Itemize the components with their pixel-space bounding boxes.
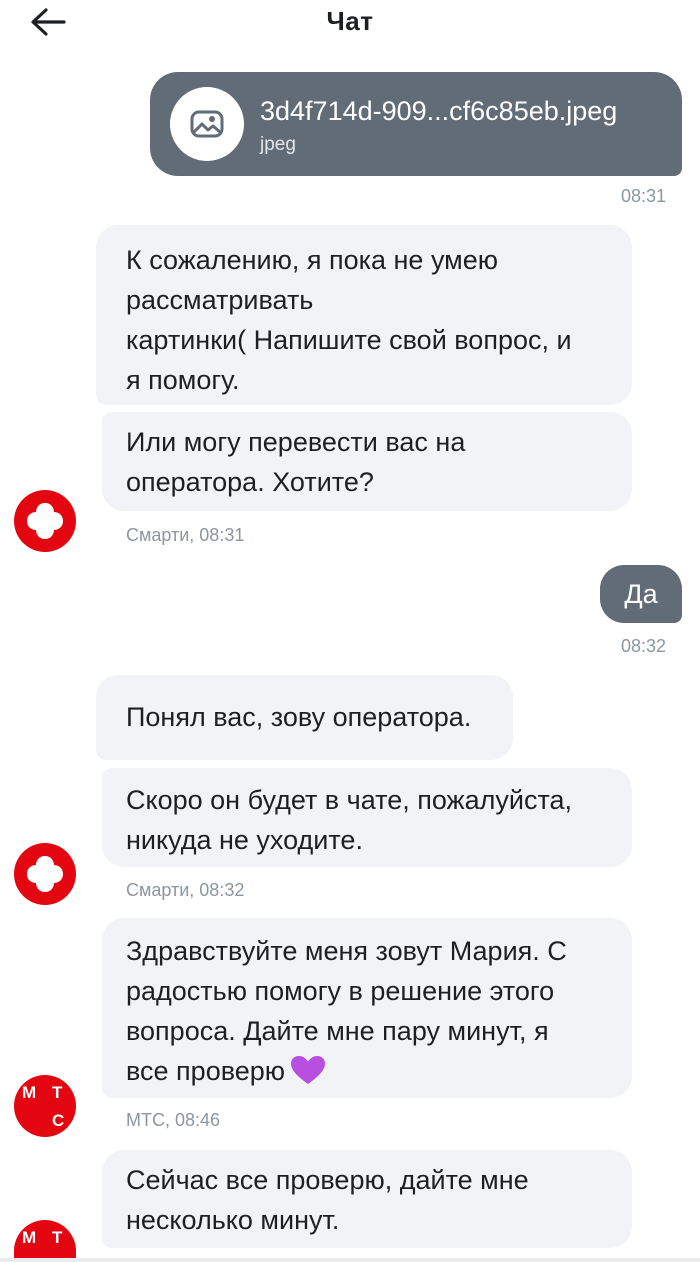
message-text: К сожалению, я пока не умею рассматриват…	[126, 245, 572, 395]
avatar-letter: М	[22, 1228, 37, 1247]
incoming-message: К сожалению, я пока не умею рассматриват…	[96, 225, 632, 405]
sender-time: Смарти, 08:31	[126, 525, 245, 545]
sender-time: МТС, 08:46	[126, 1110, 221, 1130]
divider	[0, 1258, 700, 1262]
avatar-letter: М	[22, 1083, 37, 1102]
incoming-message: Здравствуйте меня зовут Мария. С радость…	[102, 918, 632, 1098]
outgoing-message: Да	[600, 565, 682, 623]
page-title: Чат	[326, 6, 374, 36]
avatar-letter: С	[52, 1111, 65, 1130]
incoming-message: Понял вас, зову оператора.	[96, 675, 513, 760]
incoming-message: Сейчас все проверю, дайте мне несколько …	[102, 1150, 632, 1248]
incoming-message: Скоро он будет в чате, пожалуйста, никуд…	[102, 768, 632, 867]
message-text: Сейчас все проверю, дайте мне несколько …	[126, 1165, 529, 1235]
mts-avatar: М Т С	[14, 1075, 76, 1137]
file-attachment-message[interactable]: 3d4f714d-909...cf6c85eb.jpeg jpeg	[150, 72, 682, 176]
mts-avatar: М Т	[14, 1220, 76, 1262]
message-text: Скоро он будет в чате, пожалуйста, никуд…	[126, 785, 573, 855]
sender-time: Смарти, 08:32	[126, 880, 245, 900]
message-time: 08:31	[620, 186, 666, 206]
file-name: 3d4f714d-909...cf6c85eb.jpeg	[260, 96, 618, 126]
message-text-body: Здравствуйте меня зовут Мария. С радость…	[126, 936, 567, 1086]
smarty-logo-icon	[27, 503, 63, 539]
chat-header: Чат	[0, 0, 700, 44]
smarty-avatar	[14, 490, 76, 552]
purple-heart-icon	[291, 1056, 326, 1084]
smarty-logo-icon	[27, 856, 63, 892]
avatar-letter: Т	[52, 1083, 63, 1102]
message-text: Да	[624, 578, 658, 609]
avatar-letter: Т	[52, 1228, 63, 1247]
message-text: Здравствуйте меня зовут Мария. С радость…	[126, 931, 567, 1091]
file-type: jpeg	[260, 134, 296, 155]
message-text: Или могу перевести вас на оператора. Хот…	[126, 427, 466, 497]
message-text: Понял вас, зову оператора.	[126, 702, 472, 732]
image-icon	[170, 87, 244, 161]
smarty-avatar	[14, 843, 76, 905]
incoming-message: Или могу перевести вас на оператора. Хот…	[102, 412, 632, 511]
message-time: 08:32	[620, 636, 666, 656]
